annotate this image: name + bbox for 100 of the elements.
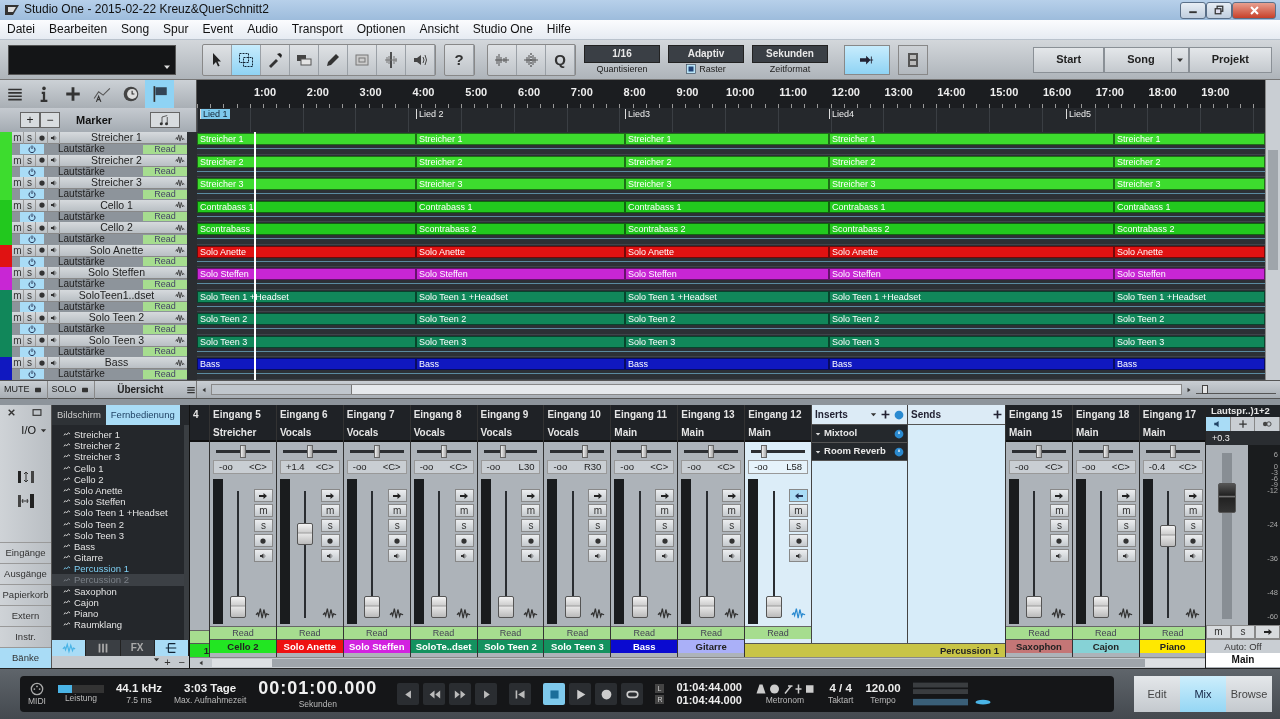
volume-reading[interactable]: -0.4 <box>1148 461 1166 473</box>
channel-list-item[interactable]: Raumklang <box>52 619 184 631</box>
automation-parameter[interactable]: Lautstärke <box>44 369 143 380</box>
input-label[interactable]: 4 <box>190 405 209 425</box>
page-button[interactable]: Projekt <box>1188 46 1272 73</box>
m-button[interactable]: m <box>1183 504 1203 517</box>
view-button[interactable]: Edit <box>1134 676 1180 712</box>
page-button[interactable]: Start <box>1033 46 1105 73</box>
audio-event[interactable]: Solo Teen 2 <box>1114 313 1265 325</box>
automation-mode[interactable]: Read <box>1139 626 1206 639</box>
automation-mode[interactable]: Read <box>143 302 187 312</box>
audio-event[interactable]: Solo Teen 2 <box>829 313 1114 325</box>
effects-tab[interactable]: FX <box>120 640 155 656</box>
input-label[interactable]: Eingang 10 <box>544 405 611 425</box>
m-button[interactable]: m <box>12 244 24 256</box>
channel-list-item[interactable]: Bass <box>52 540 184 553</box>
automation-mode[interactable]: Read <box>143 212 187 222</box>
output-label[interactable]: Vocals <box>410 425 477 442</box>
channel-list-item[interactable]: Gitarre <box>52 552 184 564</box>
panel-tab[interactable]: Ausgänge <box>0 563 51 584</box>
audio-event[interactable]: Solo Steffen <box>1114 268 1265 280</box>
automation-mode[interactable]: Auto: Off <box>1206 639 1280 653</box>
input-label[interactable]: Eingang 8 <box>410 405 477 425</box>
m-button[interactable]: m <box>12 221 24 234</box>
marker-flag[interactable]: Lied 1 <box>200 109 230 120</box>
s-button[interactable]: s <box>24 221 36 234</box>
audio-event[interactable]: Solo Anette <box>625 245 829 258</box>
volume-reading[interactable]: +1.4 <box>285 461 305 473</box>
channel-list-item[interactable]: Piano <box>52 608 184 620</box>
audio-event[interactable]: Solo Teen 3 <box>829 335 1114 348</box>
quantize-field[interactable]: 1/16 <box>584 45 660 63</box>
m-button[interactable]: m <box>12 266 24 279</box>
volume-reading[interactable]: -oo <box>754 461 768 473</box>
automation-parameter[interactable]: Lautstärke <box>44 234 143 245</box>
automation-mode[interactable]: Read <box>143 144 187 154</box>
automation-mode[interactable]: Read <box>544 626 611 639</box>
s-button[interactable]: s <box>1116 519 1136 532</box>
input-label[interactable]: Eingang 15 <box>1006 405 1072 425</box>
automation-mode[interactable]: Read <box>678 626 745 639</box>
s-button[interactable]: s <box>454 519 474 532</box>
menu-item[interactable]: Hilfe <box>539 22 578 37</box>
input-label[interactable]: Eingang 18 <box>1072 405 1139 425</box>
automation-parameter[interactable]: Lautstärke <box>44 279 143 290</box>
audio-event[interactable]: Bass <box>829 358 1114 370</box>
m-button[interactable]: m <box>1206 625 1231 639</box>
automation-parameter[interactable]: Lautstärke <box>44 324 143 335</box>
m-button[interactable]: m <box>12 199 24 211</box>
channel-name[interactable]: Bass <box>611 639 678 653</box>
output-label[interactable]: Main <box>611 425 678 442</box>
m-button[interactable]: m <box>12 356 24 369</box>
help-button[interactable]: ? <box>445 44 474 75</box>
channel-list-item[interactable]: Solo Teen 3 <box>52 529 184 541</box>
s-button[interactable]: s <box>24 244 36 256</box>
audio-event[interactable]: Solo Teen 2 <box>416 313 625 325</box>
s-button[interactable]: s <box>253 519 273 532</box>
channel-list-item[interactable]: Saxophon <box>52 585 184 597</box>
audio-event[interactable]: Bass <box>197 358 416 370</box>
s-button[interactable]: s <box>1230 625 1256 639</box>
channel-name[interactable]: SoloTe..dset <box>410 639 477 653</box>
channel-list-item[interactable]: Solo Steffen <box>52 496 184 508</box>
loop-end-time[interactable]: 01:04:44.000 <box>676 694 742 707</box>
channel-list-item[interactable]: Solo Teen 2 <box>52 518 184 530</box>
channel-list-item[interactable]: Solo Anette <box>52 484 184 497</box>
add-button[interactable]: + <box>160 656 175 668</box>
automation-parameter[interactable]: Lautstärke <box>44 166 143 177</box>
channel-name[interactable]: Solo Anette <box>276 639 343 653</box>
input-label[interactable]: Eingang 12 <box>745 405 811 425</box>
channel-name[interactable]: Solo Teen 2 <box>477 639 544 653</box>
audio-event[interactable]: Solo Teen 3 <box>416 335 625 348</box>
pan-reading[interactable]: <C> <box>1044 461 1063 473</box>
channel-list-item[interactable]: Cajon <box>52 596 184 608</box>
automation-mode[interactable]: Read <box>276 626 343 639</box>
input-label[interactable]: Eingang 11 <box>611 405 678 425</box>
pan-reading[interactable]: <C> <box>382 461 401 473</box>
channel-list-item[interactable]: Streicher 1 <box>52 429 184 441</box>
automation-mode[interactable]: Read <box>343 626 410 639</box>
marker-flag[interactable]: Lied5 <box>1066 109 1094 120</box>
volume-reading[interactable]: -oo <box>1081 461 1096 473</box>
m-button[interactable]: m <box>454 504 474 517</box>
menu-item[interactable]: Ansicht <box>412 22 466 37</box>
volume-reading[interactable]: +0.3 <box>1206 431 1280 445</box>
pan-reading[interactable]: <C> <box>717 461 736 473</box>
page-button[interactable]: Song <box>1104 46 1171 73</box>
audio-event[interactable]: Solo Steffen <box>625 268 829 280</box>
channel-list-item[interactable]: Cello 1 <box>52 462 184 474</box>
channel-list-item[interactable]: Cello 2 <box>52 473 184 485</box>
channel-list-item[interactable]: Solo Teen 1 +Headset <box>52 507 184 519</box>
m-button[interactable]: m <box>12 131 24 144</box>
volume-reading[interactable]: -oo <box>620 461 635 473</box>
channel-name[interactable]: Solo Steffen <box>343 639 410 653</box>
pan-reading[interactable]: R30 <box>583 461 602 473</box>
snap-field[interactable]: Adaptiv <box>668 45 744 63</box>
view-button[interactable]: Mix <box>1180 676 1226 712</box>
timeformat-field[interactable]: Sekunden <box>752 45 828 63</box>
audio-event[interactable]: Solo Teen 2 <box>197 313 416 325</box>
channel-list-item[interactable]: Percussion 1 <box>52 563 184 575</box>
automation-mode[interactable]: Read <box>477 626 544 639</box>
panel-tab[interactable]: Eingänge <box>0 542 51 563</box>
channel-name[interactable]: 1 <box>190 643 209 657</box>
output-label[interactable]: Vocals <box>544 425 611 442</box>
